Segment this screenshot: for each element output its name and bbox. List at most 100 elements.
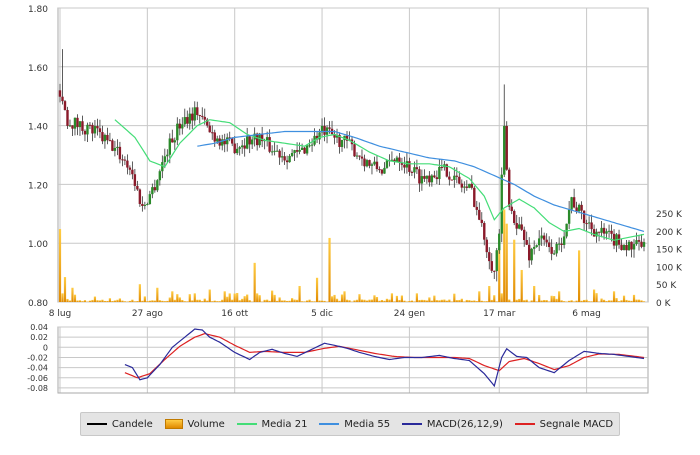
volume-bar [568,301,570,302]
candle-body [164,156,166,162]
volume-bar [388,300,390,302]
candle-body [151,187,153,194]
volume-bar [204,299,206,302]
volume-bar [101,300,103,302]
candle-body [451,180,453,181]
candle-body [408,161,410,172]
volume-bar [76,300,78,302]
volume-bar [638,300,640,302]
volume-bar [433,296,435,302]
candle-body [131,170,133,174]
candle-body [565,224,567,237]
volume-bar [131,300,133,302]
volume-bar [164,301,166,302]
volume-bar [548,301,550,302]
volume-bar [398,300,400,302]
volume-bar [483,301,485,302]
volume-bar [206,301,208,302]
volume-bar [431,301,433,302]
candle-body [84,131,86,135]
candle-body [79,121,81,127]
candle-body [303,148,305,154]
volume-bar [441,300,443,302]
volume-bar [563,301,565,302]
volume-tick-label: 50 K [656,281,677,291]
candle-body [441,167,443,168]
volume-bar [473,300,475,302]
candle-body [246,136,248,148]
candle-body [251,139,253,144]
volume-bar [518,299,520,302]
volume-bar [406,301,408,302]
candle-body [296,150,298,152]
volume-bar [94,297,96,302]
volume-bar [578,250,580,302]
volume-bar [463,301,465,302]
candle-body [101,132,103,141]
volume-bar [266,300,268,302]
candle-body [625,245,627,250]
candle-body [620,245,622,250]
candle-body [236,149,238,153]
candle-body [638,240,640,242]
candle-body [456,176,458,177]
volume-bar [179,297,181,302]
volume-bar [81,301,83,302]
candle-body [179,124,181,129]
candle-body [476,207,478,210]
volume-bar [610,300,612,302]
volume-bar [289,301,291,302]
legend-item: Segnale MACD [515,419,613,430]
volume-bar [171,291,173,302]
volume-bar [411,301,413,302]
volume-bar [186,301,188,302]
volume-bar [588,301,590,302]
volume-bar [318,301,320,302]
volume-bar [556,299,558,302]
candle-body [169,138,171,154]
candle-body [298,150,300,152]
candle-body [396,158,398,162]
volume-bar [628,301,630,302]
candle-body [471,184,473,188]
candle-body [543,236,545,240]
volume-bar [585,300,587,302]
volume-bar [453,294,455,302]
legend-swatch [515,423,535,425]
candle-body [533,247,535,249]
macd-tick-label: -0.08 [27,384,48,393]
candle-body [538,238,540,245]
volume-bar [316,278,318,302]
volume-tick-label: 250 K [656,210,683,220]
volume-bar [211,301,213,302]
volume-bar [338,301,340,302]
volume-bar [538,295,540,302]
candle-body [124,160,126,161]
volume-bar [286,301,288,302]
candle-body [423,176,425,179]
candle-body [623,245,625,250]
macd-tick-label: -0.02 [27,353,48,362]
volume-bar [573,301,575,302]
volume-bar [371,300,373,302]
volume-bar [293,300,295,302]
candle-body [508,170,510,207]
volume-bar [643,301,645,302]
legend-swatch [87,423,107,425]
volume-bar [383,301,385,302]
candle-body [558,244,560,245]
candle-body [488,252,490,261]
candle-body [573,197,575,207]
volume-bar [234,294,236,302]
candle-body [71,125,73,128]
volume-bar [254,263,256,302]
volume-bar [236,293,238,302]
volume-bar [151,300,153,302]
volume-bar [561,300,563,302]
volume-bar [221,300,223,302]
volume-bar [241,299,243,302]
candle-body [585,223,587,224]
volume-bar [608,300,610,302]
macd-tick-label: 0.04 [30,323,48,332]
volume-bar [274,295,276,302]
